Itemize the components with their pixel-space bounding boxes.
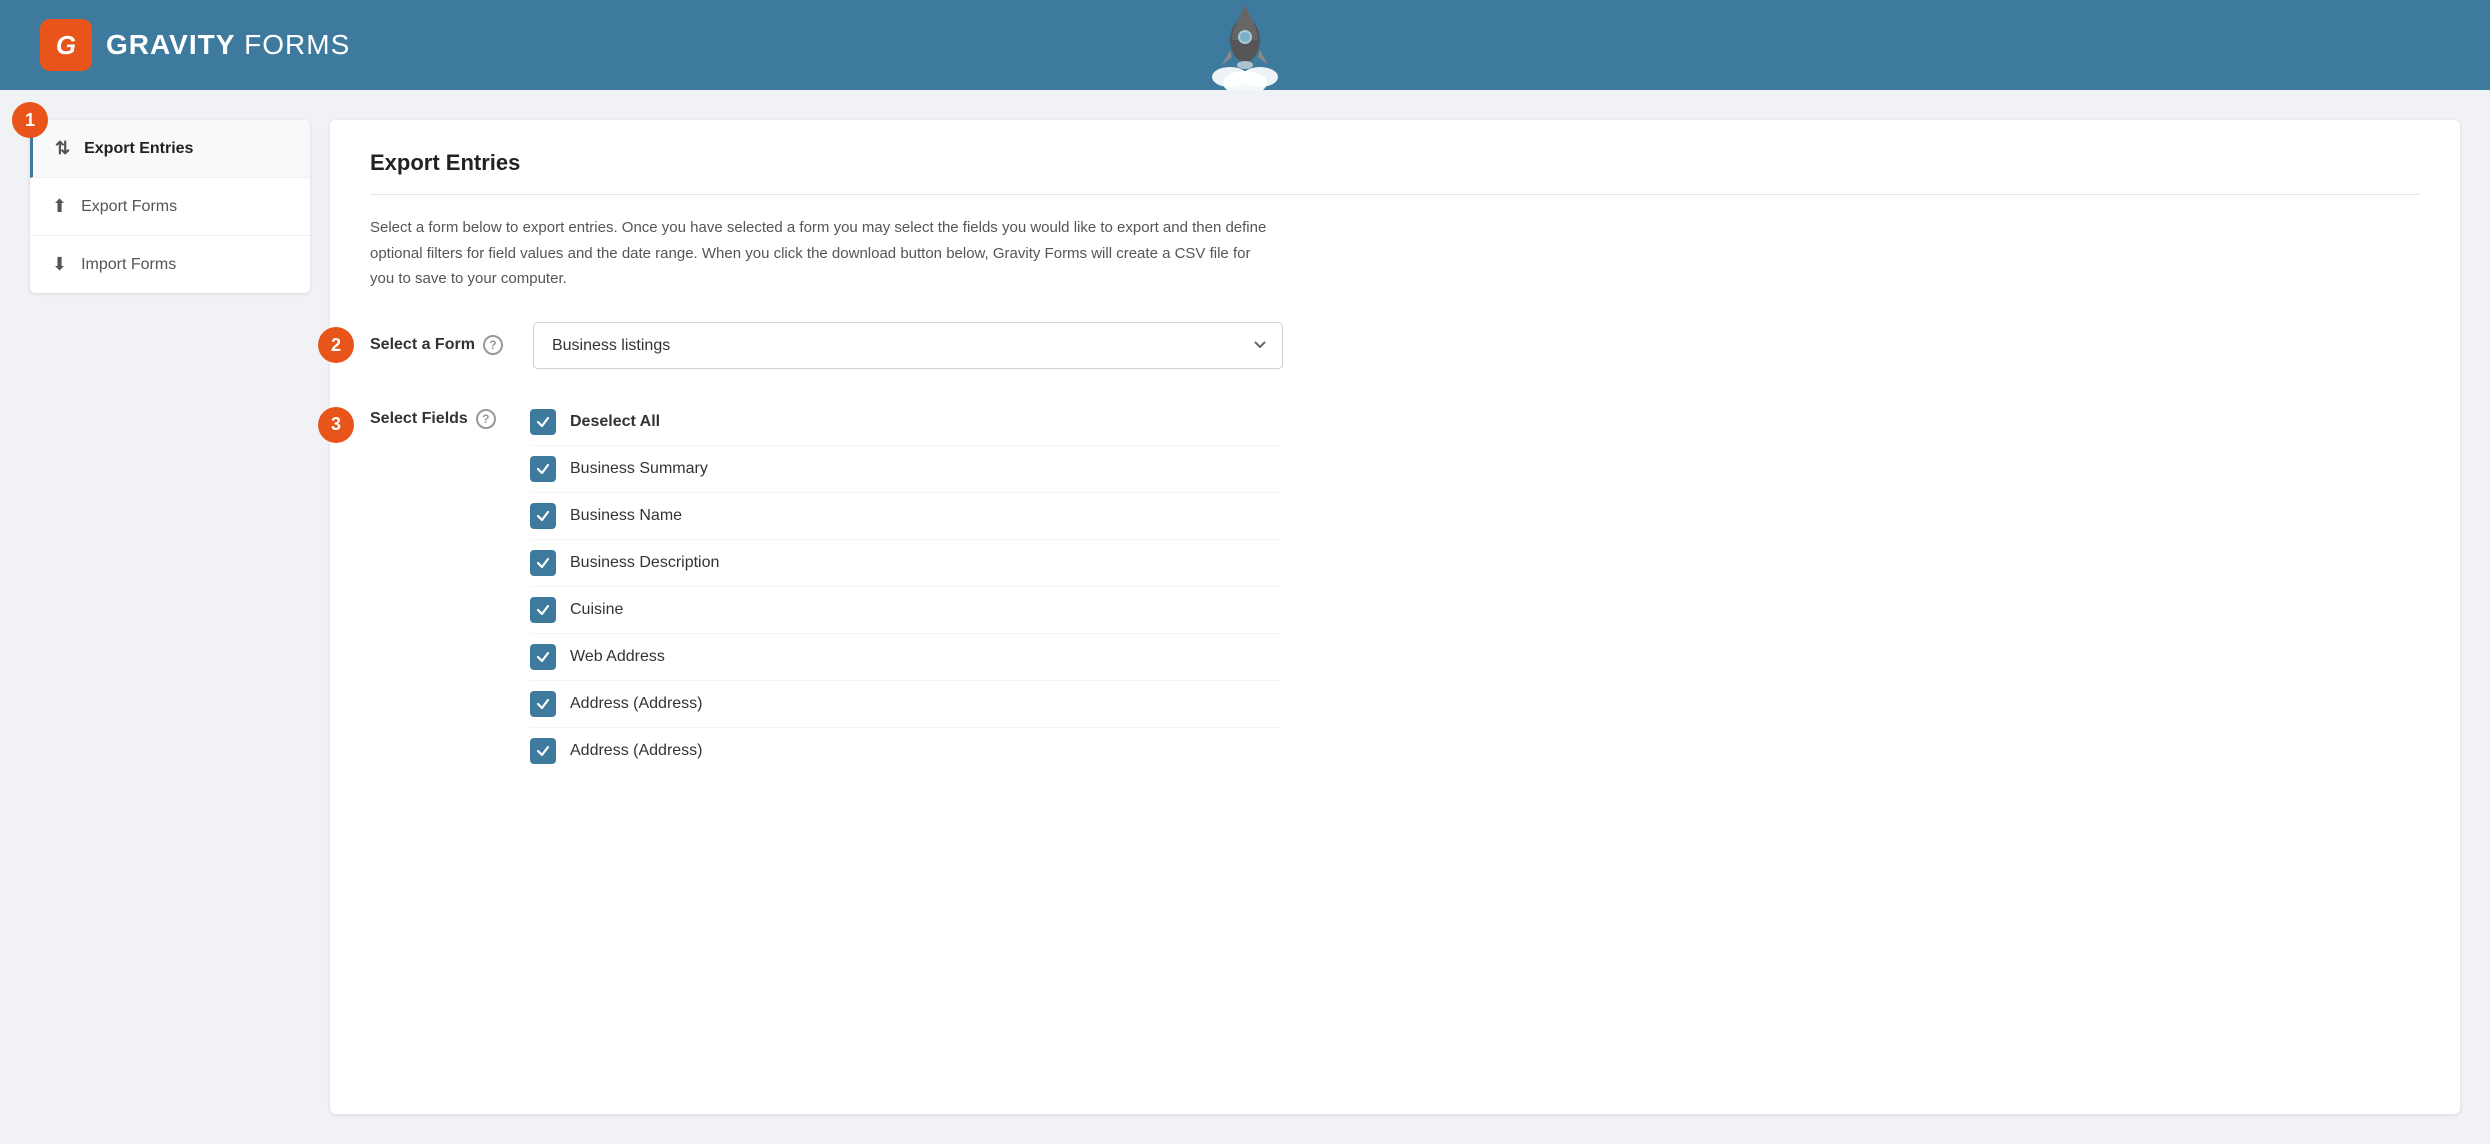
step-3-badge: 3 (318, 407, 354, 443)
select-form-help-icon[interactable]: ? (483, 335, 503, 355)
step-2-badge: 2 (318, 327, 354, 363)
checkbox-item: Address (Address) (530, 728, 1280, 774)
sidebar-item-label: Import Forms (81, 256, 176, 274)
checkbox-label: Business Summary (570, 460, 708, 478)
sidebar-item-export-forms[interactable]: ⬆ Export Forms (30, 178, 310, 236)
select-fields-row: 3 Select Fields ? Deselect All Business … (370, 399, 2420, 774)
header: G GRAVITY FORMS (0, 0, 2490, 90)
sidebar-item-label: Export Forms (81, 198, 177, 216)
content-area: Export Entries Select a form below to ex… (330, 120, 2460, 1114)
logo-area: G GRAVITY FORMS (40, 19, 350, 71)
checkbox-item: Business Name (530, 493, 1280, 540)
checkbox-label: Deselect All (570, 413, 660, 431)
checkbox-box[interactable] (530, 503, 556, 529)
checkbox-box[interactable] (530, 738, 556, 764)
checkboxes-list: Deselect All Business Summary Business N… (530, 399, 1280, 774)
select-fields-help-icon[interactable]: ? (476, 409, 496, 429)
logo-text: GRAVITY FORMS (106, 29, 350, 61)
description-text: Select a form below to export entries. O… (370, 215, 1270, 292)
checkbox-box[interactable] (530, 550, 556, 576)
form-select-wrapper: Business listings (533, 322, 1283, 369)
export-forms-icon: ⬆ (52, 196, 67, 217)
export-entries-icon: ⇅ (55, 138, 70, 159)
checkbox-item: Business Description (530, 540, 1280, 587)
checkbox-item: Address (Address) (530, 681, 1280, 728)
main-layout: 1 ⇅ Export Entries ⬆ Export Forms ⬇ Impo… (0, 90, 2490, 1144)
select-fields-label: Select Fields ? (370, 399, 500, 429)
select-form-label: Select a Form ? (370, 335, 503, 355)
checkbox-label: Address (Address) (570, 742, 703, 760)
checkbox-label: Business Name (570, 507, 682, 525)
checkbox-label: Web Address (570, 648, 665, 666)
checkbox-box[interactable] (530, 597, 556, 623)
select-form-row: 2 Select a Form ? Business listings (370, 322, 2420, 369)
step-1-badge: 1 (12, 102, 48, 138)
page-title: Export Entries (370, 150, 2420, 195)
checkbox-box[interactable] (530, 409, 556, 435)
import-forms-icon: ⬇ (52, 254, 67, 275)
checkbox-label: Cuisine (570, 601, 623, 619)
checkbox-item: Business Summary (530, 446, 1280, 493)
checkbox-box[interactable] (530, 456, 556, 482)
checkbox-box[interactable] (530, 691, 556, 717)
sidebar: 1 ⇅ Export Entries ⬆ Export Forms ⬇ Impo… (30, 120, 310, 1114)
checkbox-item: Web Address (530, 634, 1280, 681)
checkbox-label: Address (Address) (570, 695, 703, 713)
checkbox-item: Cuisine (530, 587, 1280, 634)
sidebar-item-import-forms[interactable]: ⬇ Import Forms (30, 236, 310, 293)
logo-icon: G (40, 19, 92, 71)
sidebar-menu: ⇅ Export Entries ⬆ Export Forms ⬇ Import… (30, 120, 310, 293)
checkbox-box[interactable] (530, 644, 556, 670)
checkbox-item: Deselect All (530, 399, 1280, 446)
sidebar-item-export-entries[interactable]: ⇅ Export Entries (30, 120, 310, 178)
form-select[interactable]: Business listings (533, 322, 1283, 369)
rocket-illustration (1210, 0, 1280, 90)
sidebar-item-label: Export Entries (84, 140, 193, 158)
checkbox-label: Business Description (570, 554, 719, 572)
